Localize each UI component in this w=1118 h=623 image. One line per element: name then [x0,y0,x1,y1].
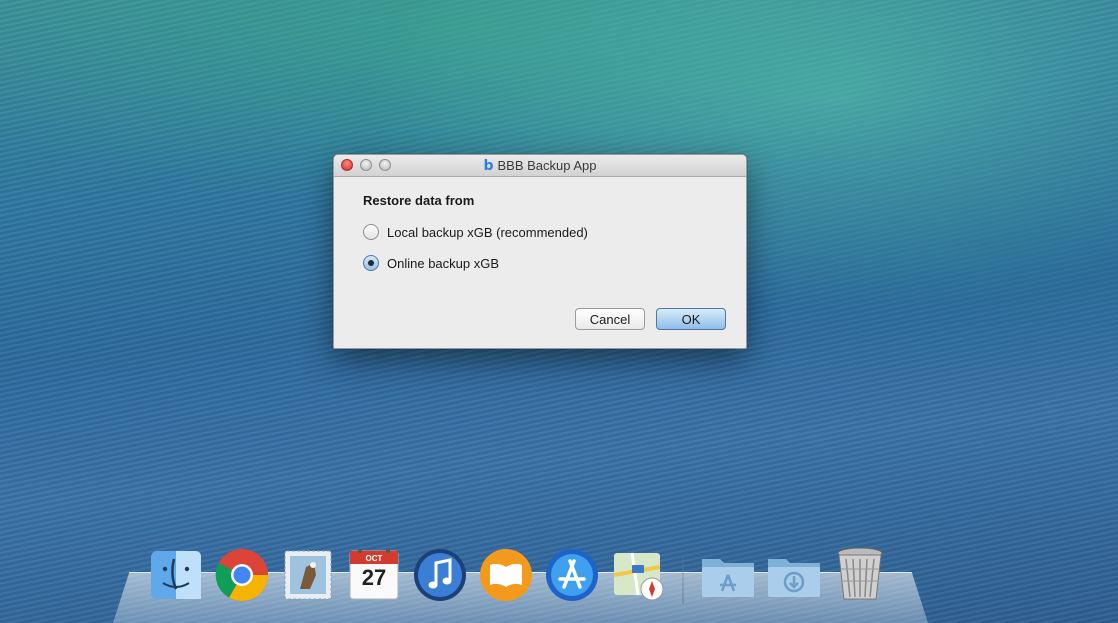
restore-dialog: b BBB Backup App Restore data from Local… [333,154,747,349]
title-bar[interactable]: b BBB Backup App [334,155,746,177]
cancel-button[interactable]: Cancel [575,308,645,330]
window-title: b BBB Backup App [483,158,596,174]
app-icon: b [483,157,494,174]
option-local-backup[interactable]: Local backup xGB (recommended) [363,223,746,241]
online-backup-label[interactable]: Online backup xGB [387,256,499,271]
traffic-lights [341,159,391,171]
local-backup-label[interactable]: Local backup xGB (recommended) [387,225,588,240]
trash-icon[interactable] [832,544,888,604]
online-backup-radio[interactable] [363,255,379,271]
calendar-month: OCT [365,554,383,563]
applications-folder-icon[interactable] [700,544,756,604]
radio-selected-dot [368,260,374,266]
downloads-folder-icon[interactable] [766,544,822,604]
dock: OCT 27 [148,544,888,604]
calendar-day: 27 [361,565,387,590]
ok-button[interactable]: OK [656,308,726,330]
local-backup-radio[interactable] [363,224,379,240]
zoom-button[interactable] [379,159,391,171]
maps-icon[interactable] [610,544,666,604]
chrome-icon[interactable] [214,544,270,604]
dialog-content: Restore data from Local backup xGB (reco… [334,177,746,272]
app-store-icon[interactable] [544,544,600,604]
restore-prompt: Restore data from [363,193,475,208]
itunes-icon[interactable] [412,544,468,604]
ibooks-icon[interactable] [478,544,534,604]
dock-separator [682,556,684,604]
window-title-text: BBB Backup App [497,158,597,173]
close-button[interactable] [341,159,353,171]
dialog-buttons: Cancel OK [575,308,726,330]
mail-icon[interactable] [280,544,336,604]
calendar-icon[interactable]: OCT 27 [346,544,402,604]
option-online-backup[interactable]: Online backup xGB [363,254,746,272]
finder-icon[interactable] [148,544,204,604]
minimize-button[interactable] [360,159,372,171]
